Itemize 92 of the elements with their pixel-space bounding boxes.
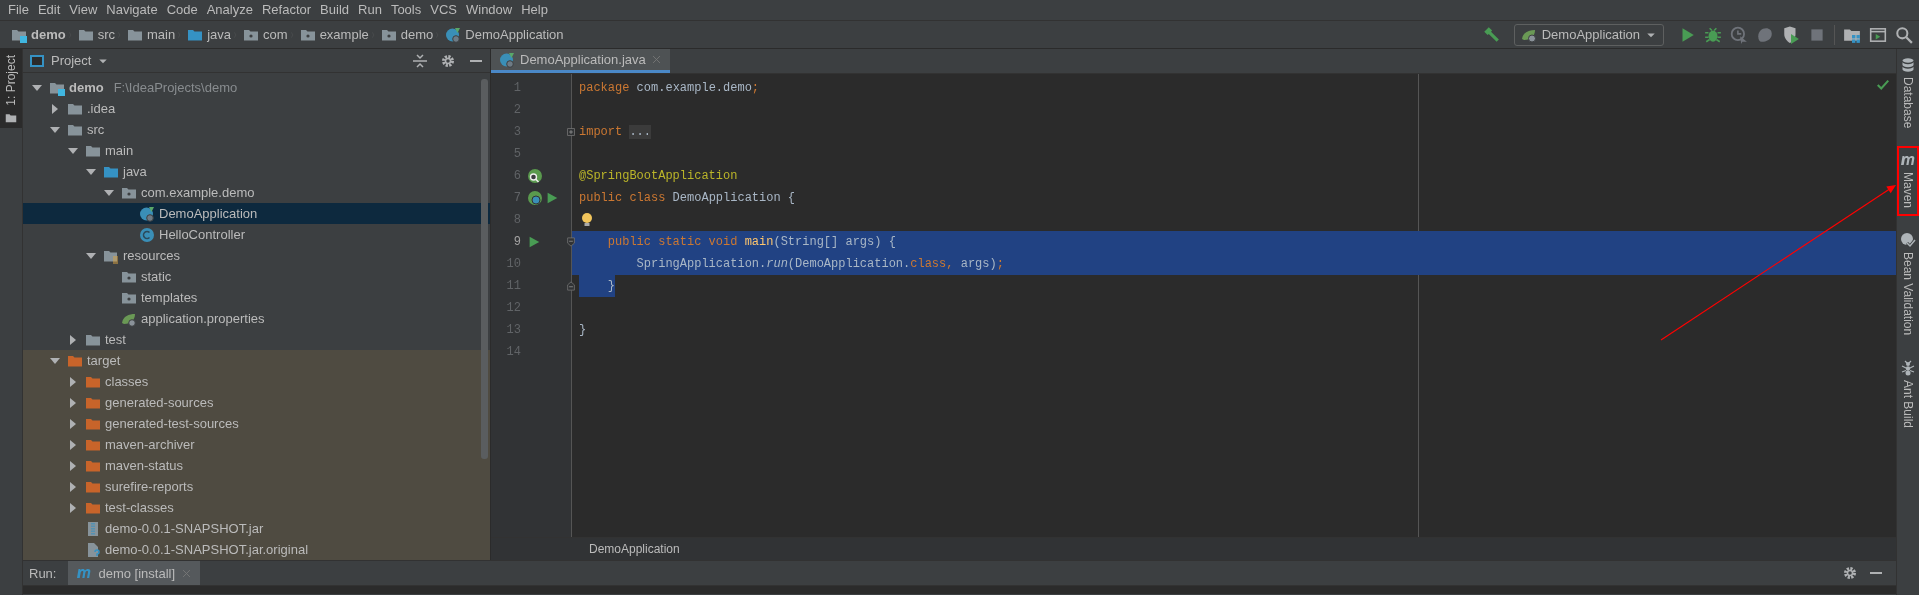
run-label: Run: [29,565,57,581]
shield-run-icon[interactable] [1782,25,1800,44]
ant-icon [1900,359,1916,376]
scrollbar[interactable] [481,79,488,459]
fold-collapse-icon[interactable] [565,280,577,292]
code-line: public static void main(String[] args) { [606,234,896,251]
menu-item[interactable]: Navigate [102,0,163,20]
tool-window-tab[interactable]: Bean Validation [1897,226,1919,344]
tree-item[interactable]: target [23,350,490,371]
code-line: } [579,322,587,339]
hammer-icon[interactable] [1481,25,1500,44]
fold-expand-icon[interactable] [565,126,577,138]
tree-item[interactable]: application.properties [23,308,490,329]
tree-item[interactable]: .idea [23,98,490,119]
tree-item[interactable]: java [23,161,490,182]
archive-icon [85,520,101,537]
menu-item[interactable]: Code [162,0,203,20]
search-icon[interactable] [1895,25,1913,44]
breadcrumb-item[interactable]: DemoApplication [442,26,567,43]
spring-class-icon [499,51,515,68]
collapse-all-icon[interactable] [412,52,428,69]
tree-item[interactable]: main [23,140,490,161]
menu-item[interactable]: View [65,0,103,20]
breadcrumb-item[interactable]: src [74,26,118,43]
class-icon [139,226,155,243]
unknown-file-icon [85,541,101,558]
tree-item[interactable]: demo-0.0.1-SNAPSHOT.jar [23,518,490,539]
breadcrumb-item[interactable]: demo [377,26,437,43]
line-number: 9 [512,235,521,249]
tree-item[interactable]: demo F:\IdeaProjects\demo [23,77,490,98]
tree-item[interactable]: com.example.demo [23,182,490,203]
tree-item[interactable]: test [23,329,490,350]
menu-item[interactable]: Run [354,0,387,20]
code-line: public class DemoApplication { [579,190,796,207]
tree-item[interactable]: maven-status [23,455,490,476]
breadcrumb-item[interactable]: example [296,26,372,43]
code-line: package com.example.demo; [579,80,760,97]
menu-item[interactable]: VCS [426,0,462,20]
editor-tab[interactable]: DemoApplication.java [491,49,670,73]
menu-item[interactable]: Build [316,0,354,20]
code-line: SpringApplication.run(DemoApplication.class, args); [635,256,1004,273]
window-icon [29,52,45,69]
settings-icon[interactable] [440,52,456,69]
window-icon[interactable] [1869,25,1887,44]
run-icon[interactable] [527,235,541,249]
tree-item[interactable]: generated-sources [23,392,490,413]
project-view-selector[interactable]: Project [29,52,407,69]
breadcrumb-item[interactable]: java [184,26,235,43]
settings-icon[interactable] [1842,565,1858,581]
menu-item[interactable]: File [4,0,34,20]
tool-window-tab[interactable]: 1: Project [0,49,22,128]
menu-item[interactable]: Analyze [202,0,258,20]
check-badge-icon [1900,232,1916,249]
bug-icon[interactable] [1704,25,1722,44]
fold-collapse-icon[interactable] [565,236,577,248]
menu-item[interactable]: Refactor [257,0,317,20]
run-icon[interactable] [545,191,559,205]
run-configuration-dropdown[interactable]: DemoApplication [1513,23,1664,46]
tree-item[interactable]: resources [23,245,490,266]
code-line: @SpringBootApplication [579,168,738,185]
tree-item[interactable]: templates [23,287,490,308]
tree-item[interactable]: generated-test-sources [23,413,490,434]
tool-window-tab[interactable]: Maven [1897,146,1919,217]
code-line: import ... [579,124,652,141]
breadcrumb-item[interactable]: com [240,26,291,43]
database-icon [1900,57,1916,73]
tree-item[interactable]: demo-0.0.1-SNAPSHOT.jar.original [23,539,490,560]
tree-item[interactable]: src [23,119,490,140]
tree-item[interactable]: maven-archiver [23,434,490,455]
spring-bean-icon[interactable] [527,190,543,206]
tree-item[interactable]: static [23,266,490,287]
tool-window-tab[interactable]: Database [1897,51,1919,137]
breadcrumb-item[interactable]: DemoApplication [589,542,680,556]
spring-search-icon[interactable] [527,168,543,184]
menu-item[interactable]: Help [517,0,553,20]
tree-item[interactable]: HelloController [23,224,490,245]
tree-item[interactable]: DemoApplication [23,203,490,224]
tool-window-tab[interactable]: Ant Build [1897,353,1919,436]
menu-item[interactable]: Window [461,0,518,20]
tree-item[interactable]: classes [23,371,490,392]
tree-item[interactable]: test-classes [23,497,490,518]
menu-item[interactable]: Edit [33,0,66,20]
menu-item[interactable]: Tools [386,0,427,20]
spring-class-icon [445,26,462,43]
spring-class-icon [139,205,155,222]
run-tab[interactable]: demo [install] [68,561,201,585]
lightbulb-icon[interactable] [579,212,595,228]
breadcrumb-item[interactable]: main [124,26,179,43]
tree-item[interactable]: surefire-reports [23,476,490,497]
folder-icon [5,111,17,124]
breadcrumb-item[interactable]: demo [8,26,69,43]
checkmark-icon[interactable] [1876,78,1890,92]
